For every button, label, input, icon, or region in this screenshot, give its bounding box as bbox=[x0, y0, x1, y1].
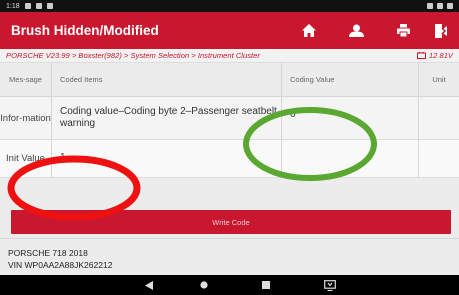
table-row[interactable]: Infor-mation Coding value–Coding byte 2–… bbox=[0, 97, 459, 140]
write-code-button[interactable]: Write Code bbox=[11, 210, 451, 234]
page-title: Brush Hidden/Modified bbox=[11, 23, 159, 38]
table-row[interactable]: Init Value 1 bbox=[0, 140, 459, 178]
column-header-coding-value: Coding Value bbox=[282, 63, 419, 96]
print-button[interactable] bbox=[385, 12, 421, 49]
breadcrumb: PORSCHE V23.99 > Boxster(982) > System S… bbox=[0, 49, 459, 63]
screenshot-icon bbox=[324, 279, 336, 291]
notification-icon bbox=[24, 3, 31, 9]
back-button[interactable] bbox=[137, 275, 161, 295]
row-coding-value[interactable]: 0 bbox=[282, 97, 419, 139]
battery-icon bbox=[447, 3, 453, 9]
voltage-value: 12.81V bbox=[428, 51, 453, 60]
print-icon bbox=[396, 24, 410, 37]
column-header-coded-items: Coded Items bbox=[52, 63, 282, 96]
home-circle-icon bbox=[200, 281, 208, 289]
voltage-indicator: 12.81V bbox=[416, 51, 453, 60]
bluetooth-icon bbox=[427, 3, 433, 9]
table-header-row: Mes-sage Coded Items Coding Value Unit bbox=[0, 63, 459, 97]
column-header-unit: Unit bbox=[432, 75, 446, 84]
user-button[interactable] bbox=[338, 12, 374, 49]
system-nav-bar bbox=[0, 275, 459, 295]
back-icon bbox=[145, 280, 153, 290]
vehicle-model: PORSCHE 718 2018 bbox=[8, 248, 88, 258]
row-coded-item: Coding value–Coding byte 2–Passenger sea… bbox=[52, 97, 282, 139]
recent-apps-button[interactable] bbox=[254, 275, 278, 295]
row-coding-value[interactable] bbox=[282, 140, 419, 177]
app-header: Brush Hidden/Modified bbox=[0, 12, 459, 49]
home-nav-button[interactable] bbox=[192, 275, 216, 295]
breadcrumb-path: PORSCHE V23.99 > Boxster(982) > System S… bbox=[6, 51, 260, 60]
vehicle-info: PORSCHE 718 2018 VIN WP0AA2A88JK262212 bbox=[0, 238, 459, 275]
row-coded-item: 1 bbox=[52, 140, 282, 177]
notification-icon bbox=[35, 3, 42, 9]
row-message: Infor-mation bbox=[0, 97, 52, 139]
battery-icon bbox=[416, 52, 426, 59]
screenshot-button[interactable] bbox=[318, 275, 342, 295]
status-bar: 1:18 bbox=[0, 0, 459, 12]
vehicle-vin: VIN WP0AA2A88JK262212 bbox=[8, 260, 113, 270]
row-message: Init Value bbox=[0, 140, 52, 177]
row-unit bbox=[419, 140, 459, 177]
column-header-message: Mes-sage bbox=[0, 63, 52, 96]
exit-button[interactable] bbox=[423, 12, 459, 49]
home-button[interactable] bbox=[291, 12, 327, 49]
row-unit bbox=[419, 97, 459, 139]
user-icon bbox=[348, 24, 364, 37]
status-time: 1:18 bbox=[6, 2, 20, 10]
notification-icon bbox=[46, 3, 53, 9]
recent-apps-icon bbox=[262, 281, 270, 289]
coding-table: Mes-sage Coded Items Coding Value Unit I… bbox=[0, 63, 459, 209]
home-icon bbox=[302, 24, 316, 37]
wifi-icon bbox=[437, 3, 443, 9]
exit-icon bbox=[435, 23, 447, 38]
